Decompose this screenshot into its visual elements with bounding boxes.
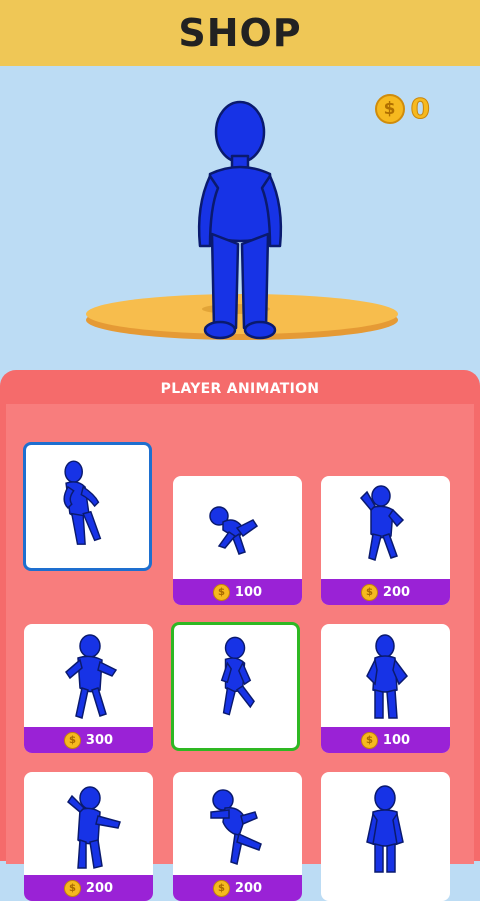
animation-card-flex[interactable]: $ 200 xyxy=(321,476,450,605)
animation-card-zombie-walk[interactable]: $ 300 xyxy=(24,624,153,753)
character-preview-stage: $ 0 xyxy=(0,66,480,371)
animation-grid: $ 100 $ 200 $ 300 $ 100 $ 200 $ 200 xyxy=(6,404,474,901)
page-title: SHOP xyxy=(178,11,302,55)
price-bar: $ 200 xyxy=(24,875,153,901)
coin-counter: $ 0 xyxy=(374,92,431,126)
pose-idle-lean-figure xyxy=(63,460,102,545)
price-bar: $ 300 xyxy=(24,727,153,753)
player-character-preview xyxy=(197,100,283,340)
animation-card-hands-on-hips[interactable]: $ 100 xyxy=(321,624,450,753)
animation-card-run[interactable] xyxy=(171,622,300,751)
price-label: 100 xyxy=(382,732,411,748)
price-bar: $ 200 xyxy=(321,579,450,605)
animation-card-stand[interactable] xyxy=(321,772,450,901)
coin-icon: $ xyxy=(63,879,81,897)
animation-card-idle-lean[interactable] xyxy=(23,442,152,571)
coin-icon: $ xyxy=(212,583,230,601)
panel-title: PLAYER ANIMATION xyxy=(160,381,320,397)
coin-icon: $ xyxy=(374,93,405,124)
price-bar: $ 200 xyxy=(173,875,302,901)
pose-stand-figure xyxy=(366,785,404,873)
pose-run-figure xyxy=(220,636,255,716)
shop-header: SHOP xyxy=(0,0,480,66)
coin-icon: $ xyxy=(212,879,230,897)
price-label: 100 xyxy=(234,584,263,600)
price-label: 200 xyxy=(382,584,411,600)
animation-card-breakdance[interactable]: $ 100 xyxy=(173,476,302,605)
price-label: 200 xyxy=(85,880,114,896)
price-label: 300 xyxy=(85,732,114,748)
animation-panel: PLAYER ANIMATION $ 100 $ 200 $ 300 $ 100… xyxy=(0,370,480,901)
coin-balance: 0 xyxy=(410,92,431,126)
coin-icon: $ xyxy=(63,731,81,749)
price-label: 200 xyxy=(234,880,263,896)
price-bar: $ 100 xyxy=(173,579,302,605)
coin-icon: $ xyxy=(360,583,378,601)
animation-card-kick[interactable]: $ 200 xyxy=(173,772,302,901)
price-bar: $ 100 xyxy=(321,727,450,753)
coin-icon: $ xyxy=(360,731,378,749)
animation-card-wave[interactable]: $ 200 xyxy=(24,772,153,901)
